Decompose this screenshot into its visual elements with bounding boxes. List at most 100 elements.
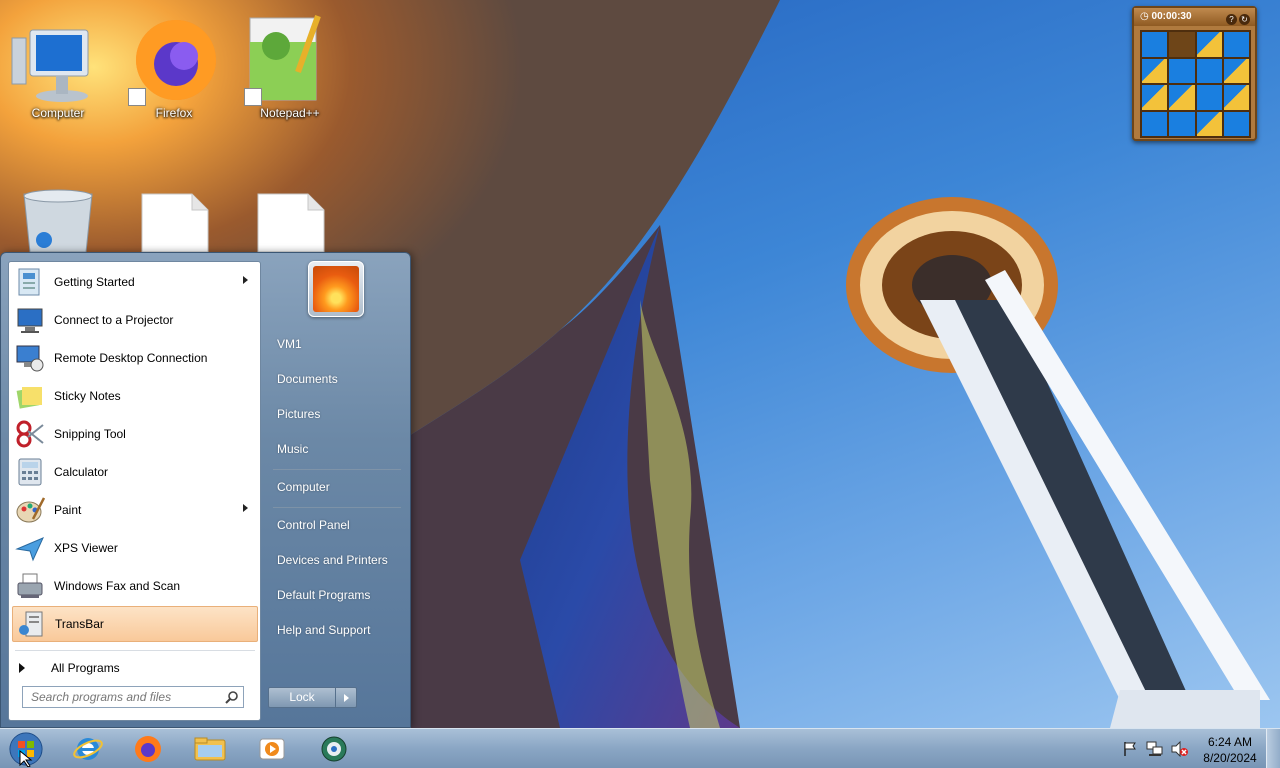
transbar-icon [15, 608, 47, 640]
getting-started-icon [14, 266, 46, 298]
search-placeholder: Search programs and files [31, 690, 172, 704]
program-transbar[interactable]: TransBar [12, 606, 258, 642]
link-documents[interactable]: Documents [269, 364, 403, 394]
desktop-icon-notepad-plus-plus[interactable]: Notepad++ [240, 12, 340, 120]
search-programs-input[interactable]: Search programs and files [22, 686, 244, 708]
calculator-icon [14, 456, 46, 488]
sticky-notes-icon [14, 380, 46, 412]
file-explorer-icon [194, 737, 226, 761]
shutdown-options-arrow[interactable] [335, 687, 357, 708]
start-button[interactable] [6, 731, 46, 768]
link-default-programs[interactable]: Default Programs [269, 580, 403, 610]
user-avatar[interactable] [308, 261, 364, 317]
expand-arrow-icon [19, 663, 25, 673]
desktop-icon-firefox[interactable]: Firefox [124, 12, 224, 120]
puzzle-tile[interactable] [1196, 111, 1222, 136]
puzzle-tile[interactable] [1169, 58, 1195, 83]
windows-logo-icon [9, 732, 43, 768]
search-icon[interactable] [225, 690, 239, 710]
help-icon[interactable]: ? [1226, 14, 1237, 25]
taskbar-file-explorer[interactable] [186, 732, 234, 766]
show-desktop-button[interactable] [1266, 729, 1280, 768]
puzzle-tile[interactable] [1169, 85, 1195, 110]
program-getting-started[interactable]: Getting Started [12, 264, 258, 300]
action-center-flag-icon[interactable] [1122, 741, 1138, 760]
desktop-icon-label: Computer [31, 106, 85, 120]
submenu-arrow-icon [243, 276, 248, 284]
taskbar-firefox[interactable] [124, 732, 172, 766]
refresh-icon[interactable]: ↻ [1239, 14, 1250, 25]
right-pane-separator [273, 507, 401, 508]
desktop-icon-label: Notepad++ [260, 106, 320, 120]
link-devices-and-printers[interactable]: Devices and Printers [269, 545, 403, 575]
firefox-icon [135, 736, 161, 762]
link-control-panel[interactable]: Control Panel [269, 510, 403, 540]
puzzle-tile[interactable] [1223, 85, 1249, 110]
remote-desktop-icon [14, 342, 46, 374]
system-clock[interactable]: 6:24 AM 8/20/2024 [1196, 734, 1264, 766]
program-label: Snipping Tool [54, 427, 126, 441]
media-player-icon [259, 738, 285, 760]
right-pane-separator [273, 469, 401, 470]
program-label: Windows Fax and Scan [54, 579, 181, 593]
scissors-icon [14, 418, 46, 450]
all-programs-label: All Programs [51, 661, 120, 675]
program-label: Remote Desktop Connection [54, 351, 208, 365]
firefox-icon [126, 12, 222, 108]
clock-time: 6:24 AM [1207, 735, 1253, 749]
program-label: Connect to a Projector [54, 313, 174, 327]
puzzle-empty-slot [1169, 32, 1195, 57]
puzzle-grid[interactable] [1140, 30, 1251, 138]
link-user-folder[interactable]: VM1 [269, 329, 403, 359]
program-snipping-tool[interactable]: Snipping Tool [12, 416, 258, 452]
program-calculator[interactable]: Calculator [12, 454, 258, 490]
internet-explorer-icon [73, 738, 103, 760]
shortcut-arrow-icon [244, 88, 262, 106]
fax-icon [14, 570, 46, 602]
program-label: Paint [54, 503, 82, 517]
puzzle-timer: 00:00:30 [1151, 11, 1192, 22]
program-remote-desktop-connection[interactable]: Remote Desktop Connection [12, 340, 258, 376]
taskbar-media-player[interactable] [248, 732, 296, 766]
puzzle-tile[interactable] [1142, 32, 1168, 57]
start-menu-programs-pane: Getting Started Connect to a Projector R… [8, 261, 261, 721]
puzzle-tile[interactable] [1223, 32, 1249, 57]
puzzle-tile[interactable] [1142, 111, 1168, 136]
link-music[interactable]: Music [269, 434, 403, 464]
puzzle-tile[interactable] [1142, 85, 1168, 110]
link-computer[interactable]: Computer [269, 472, 403, 502]
space-needle-illustration [846, 197, 1270, 728]
shortcut-arrow-icon [128, 88, 146, 106]
desktop-icon-computer[interactable]: Computer [8, 12, 108, 120]
picture-puzzle-gadget[interactable]: ◷ 00:00:30 ? ↻ [1132, 6, 1257, 141]
taskbar-internet-explorer[interactable] [64, 732, 112, 766]
program-connect-to-a-projector[interactable]: Connect to a Projector [12, 302, 258, 338]
puzzle-tile[interactable] [1142, 58, 1168, 83]
puzzle-tile[interactable] [1223, 111, 1249, 136]
link-help-and-support[interactable]: Help and Support [269, 615, 403, 645]
puzzle-tile[interactable] [1223, 58, 1249, 83]
volume-muted-icon[interactable] [1171, 740, 1189, 760]
clock-date: 8/20/2024 [1203, 751, 1257, 765]
lock-button[interactable]: Lock [268, 687, 336, 708]
all-programs-button[interactable]: All Programs [19, 654, 120, 682]
taskbar: 6:24 AM 8/20/2024 [0, 728, 1280, 768]
network-icon[interactable] [1146, 741, 1164, 760]
desktop-icon-label: Firefox [155, 106, 193, 120]
program-label: TransBar [55, 617, 104, 631]
puzzle-tile[interactable] [1196, 85, 1222, 110]
taskbar-app[interactable] [310, 732, 358, 766]
program-paint[interactable]: Paint [12, 492, 258, 528]
puzzle-tile[interactable] [1169, 111, 1195, 136]
program-label: Getting Started [54, 275, 135, 289]
program-label: Sticky Notes [54, 389, 121, 403]
program-windows-fax-and-scan[interactable]: Windows Fax and Scan [12, 568, 258, 604]
link-pictures[interactable]: Pictures [269, 399, 403, 429]
flower-picture [313, 266, 359, 312]
program-label: Calculator [54, 465, 109, 479]
puzzle-tile[interactable] [1196, 58, 1222, 83]
program-xps-viewer[interactable]: XPS Viewer [12, 530, 258, 566]
program-label: XPS Viewer [54, 541, 118, 555]
program-sticky-notes[interactable]: Sticky Notes [12, 378, 258, 414]
puzzle-tile[interactable] [1196, 32, 1222, 57]
